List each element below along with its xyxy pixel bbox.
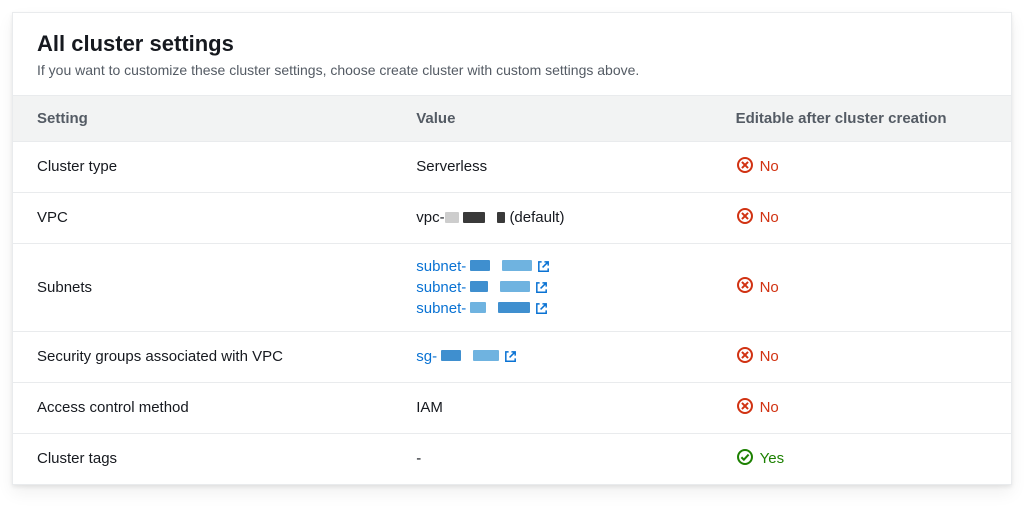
subnet-link[interactable]: subnet- (416, 258, 687, 275)
page-title: All cluster settings (37, 31, 987, 57)
external-link-icon (503, 349, 518, 364)
setting-value: IAM (392, 382, 711, 433)
cluster-settings-panel: All cluster settings If you want to cust… (12, 12, 1012, 485)
setting-editable: No (712, 243, 1011, 331)
setting-label: Access control method (13, 382, 392, 433)
table-row: VPC vpc- (default) No (13, 192, 1011, 243)
panel-header: All cluster settings If you want to cust… (13, 13, 1011, 95)
setting-value: - (392, 433, 711, 484)
table-row: Cluster type Serverless No (13, 141, 1011, 192)
setting-editable: No (712, 382, 1011, 433)
status-yes: Yes (736, 448, 784, 470)
error-circle-icon (736, 346, 754, 368)
external-link-icon (534, 301, 549, 316)
status-no: No (736, 156, 779, 178)
setting-label: VPC (13, 192, 392, 243)
external-link-icon (536, 259, 551, 274)
success-circle-icon (736, 448, 754, 470)
setting-label: Cluster type (13, 141, 392, 192)
table-header-row: Setting Value Editable after cluster cre… (13, 95, 1011, 141)
error-circle-icon (736, 276, 754, 298)
status-no: No (736, 207, 779, 229)
setting-value: subnet- subnet- subnet- (392, 243, 711, 331)
table-row: Subnets subnet- subnet- (13, 243, 1011, 331)
setting-value: sg- (392, 331, 711, 382)
error-circle-icon (736, 397, 754, 419)
external-link-icon (534, 280, 549, 295)
error-circle-icon (736, 156, 754, 178)
setting-label: Subnets (13, 243, 392, 331)
setting-editable: No (712, 192, 1011, 243)
panel-description: If you want to customize these cluster s… (37, 61, 987, 81)
table-row: Access control method IAM No (13, 382, 1011, 433)
setting-editable: Yes (712, 433, 1011, 484)
setting-value: vpc- (default) (392, 192, 711, 243)
status-no: No (736, 346, 779, 368)
subnet-link[interactable]: subnet- (416, 300, 687, 317)
column-editable: Editable after cluster creation (712, 95, 1011, 141)
setting-editable: No (712, 141, 1011, 192)
security-group-link[interactable]: sg- (416, 348, 518, 365)
column-value: Value (392, 95, 711, 141)
subnet-link[interactable]: subnet- (416, 279, 687, 296)
setting-value: Serverless (392, 141, 711, 192)
settings-table: Setting Value Editable after cluster cre… (13, 95, 1011, 484)
status-no: No (736, 397, 779, 419)
setting-editable: No (712, 331, 1011, 382)
table-row: Security groups associated with VPC sg- (13, 331, 1011, 382)
setting-label: Cluster tags (13, 433, 392, 484)
column-setting: Setting (13, 95, 392, 141)
setting-label: Security groups associated with VPC (13, 331, 392, 382)
status-no: No (736, 276, 779, 298)
table-row: Cluster tags - Yes (13, 433, 1011, 484)
error-circle-icon (736, 207, 754, 229)
